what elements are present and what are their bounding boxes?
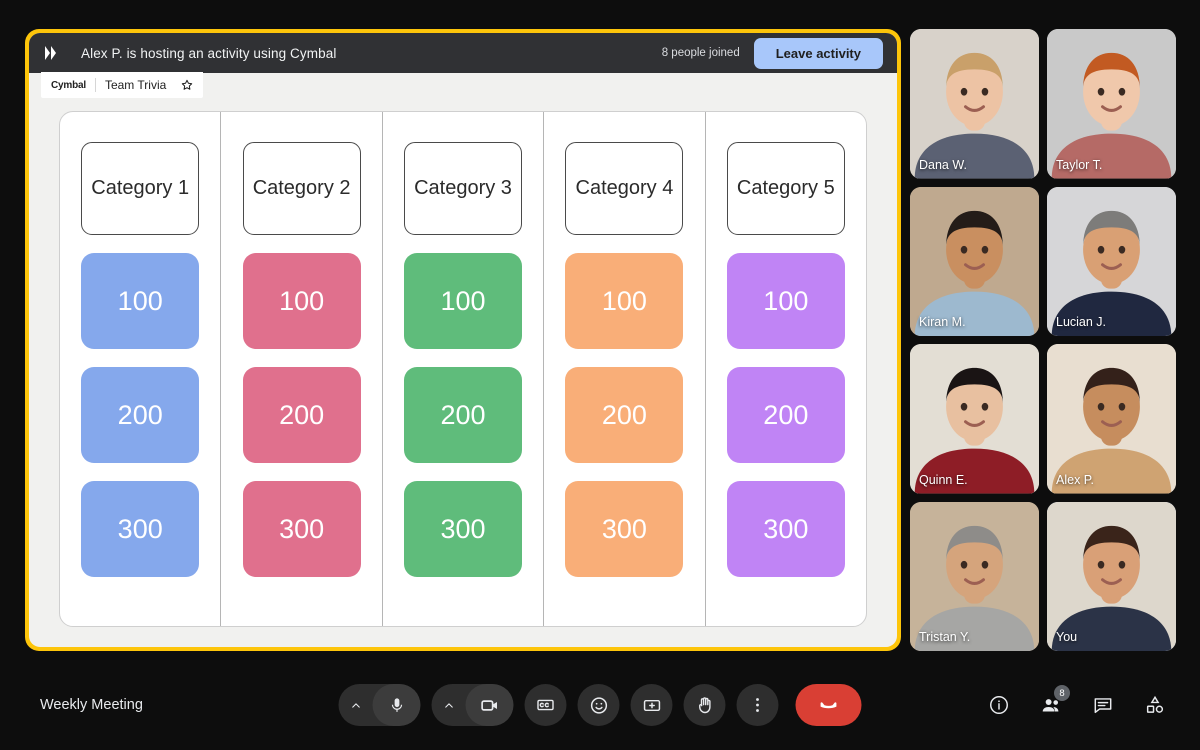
camera-icon[interactable] [465, 684, 514, 726]
score-tile[interactable]: 300 [242, 481, 361, 577]
score-tile[interactable]: 100 [242, 253, 361, 349]
score-tile[interactable]: 200 [404, 367, 523, 463]
chat-icon[interactable] [1086, 688, 1120, 722]
activity-panel-inner: Alex P. is hosting an activity using Cym… [29, 33, 897, 647]
score-tile[interactable]: 100 [81, 253, 200, 349]
category-card[interactable]: Category 5 [726, 142, 845, 235]
present-screen-icon[interactable] [630, 684, 673, 726]
meeting-bottom-bar: Weekly Meeting 8 [0, 660, 1200, 750]
score-tile[interactable]: 300 [404, 481, 523, 577]
microphone-icon[interactable] [372, 684, 421, 726]
closed-captions-icon[interactable] [524, 684, 567, 726]
participant-grid: Dana W. Taylor T. Kiran M. Lucian J. Quinn E… [910, 29, 1176, 651]
participant-name: You [1056, 630, 1078, 644]
participant-avatar [1047, 501, 1176, 651]
participant-tile[interactable]: Taylor T. [1047, 29, 1176, 179]
activity-header: Alex P. is hosting an activity using Cym… [29, 33, 897, 73]
participant-tile[interactable]: Dana W. [910, 29, 1039, 179]
activity-app-bar-row: Cymbal Team Trivia [29, 72, 897, 103]
activity-title-label: Team Trivia [104, 78, 167, 92]
cymbal-logo-icon [43, 44, 69, 62]
activity-app-bar: Cymbal Team Trivia [41, 72, 204, 98]
score-tile[interactable]: 300 [726, 481, 845, 577]
participant-name: Lucian J. [1056, 315, 1107, 329]
participant-avatar [910, 501, 1039, 651]
score-tile[interactable]: 100 [565, 253, 684, 349]
activity-panel: Alex P. is hosting an activity using Cym… [25, 29, 901, 651]
participant-avatar [910, 29, 1039, 179]
participant-name: Alex P. [1056, 472, 1094, 487]
cymbal-brand-label: Cymbal [51, 79, 86, 91]
star-icon[interactable] [181, 79, 193, 91]
participant-avatar [1047, 186, 1176, 336]
board-column: Category 2 100 200 300 [221, 112, 383, 626]
meeting-app-window: Alex P. is hosting an activity using Cym… [0, 0, 1200, 750]
activities-icon[interactable] [1138, 688, 1172, 722]
participant-avatar [910, 186, 1039, 336]
people-icon[interactable]: 8 [1034, 685, 1070, 722]
board-column: Category 1 100 200 300 [60, 112, 222, 626]
participant-name: Kiran M. [919, 315, 966, 329]
activity-host-text: Alex P. is hosting an activity using Cym… [81, 45, 337, 61]
score-tile[interactable]: 200 [726, 367, 845, 463]
end-call-button[interactable] [795, 684, 862, 726]
score-tile[interactable]: 200 [242, 367, 361, 463]
category-card[interactable]: Category 2 [242, 142, 361, 235]
camera-control[interactable] [431, 684, 514, 726]
more-options-icon[interactable] [736, 684, 779, 726]
meeting-right-controls: 8 [982, 685, 1172, 722]
participant-tile-self[interactable]: You [1047, 501, 1176, 651]
category-card[interactable]: Category 1 [81, 142, 200, 235]
score-tile[interactable]: 100 [726, 253, 845, 349]
score-tile[interactable]: 300 [565, 481, 684, 577]
participant-name: Dana W. [919, 157, 967, 172]
category-card[interactable]: Category 4 [565, 142, 684, 235]
participant-name: Taylor T. [1056, 157, 1103, 172]
meeting-name-label: Weekly Meeting [40, 697, 143, 713]
meeting-controls [338, 684, 862, 726]
participant-avatar [910, 344, 1039, 494]
participant-avatar [1047, 29, 1176, 179]
board-column: Category 3 100 200 300 [383, 112, 545, 626]
participant-tile[interactable]: Lucian J. [1047, 186, 1176, 336]
camera-chevron-up-icon[interactable] [432, 684, 466, 726]
board-column: Category 5 100 200 300 [706, 112, 866, 626]
trivia-board: Category 1 100 200 300 Category 2 100 200 300 Ca… [59, 111, 867, 627]
microphone-control[interactable] [338, 684, 421, 726]
participant-avatar [1047, 344, 1176, 494]
leave-activity-button[interactable]: Leave activity [753, 37, 883, 69]
info-icon[interactable] [982, 688, 1016, 722]
activity-header-right: 8 people joined Leave activity [661, 37, 883, 69]
emoji-reaction-icon[interactable] [577, 684, 620, 726]
trivia-board-area: Category 1 100 200 300 Category 2 100 200 300 Ca… [29, 103, 897, 647]
participant-tile[interactable]: Kiran M. [910, 186, 1039, 336]
score-tile[interactable]: 300 [81, 481, 200, 577]
raise-hand-icon[interactable] [683, 684, 726, 726]
participant-tile[interactable]: Tristan Y. [910, 501, 1039, 651]
score-tile[interactable]: 200 [565, 367, 684, 463]
microphone-chevron-up-icon[interactable] [339, 684, 373, 726]
board-column: Category 4 100 200 300 [544, 112, 706, 626]
app-bar-divider [94, 78, 96, 92]
category-card[interactable]: Category 3 [404, 142, 523, 235]
people-joined-text: 8 people joined [661, 47, 740, 59]
people-count-badge: 8 [1054, 685, 1070, 701]
participant-tile[interactable]: Quinn E. [910, 344, 1039, 494]
participant-name: Quinn E. [919, 472, 968, 487]
participant-tile[interactable]: Alex P. [1047, 344, 1176, 494]
score-tile[interactable]: 200 [81, 367, 200, 463]
participant-name: Tristan Y. [919, 630, 971, 644]
score-tile[interactable]: 100 [404, 253, 523, 349]
